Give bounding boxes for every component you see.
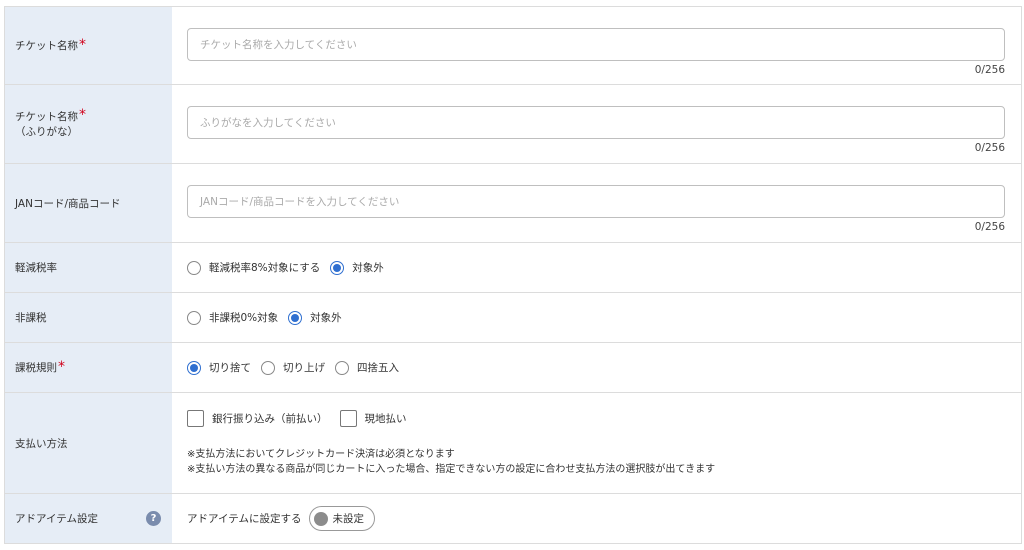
row-jan-code: JANコード/商品コード JANコード/商品コードを入力してください 0/256: [5, 164, 1021, 243]
tax-rule-radio-group: 切り捨て 切り上げ 四捨五入: [187, 360, 1005, 375]
ad-item-toggle-wrap: アドアイテムに設定する 未設定: [187, 506, 1005, 531]
payment-label-text: 支払い方法: [15, 437, 68, 450]
tax-exempt-content: 非課税0%対象 対象外: [172, 293, 1021, 342]
row-payment: 支払い方法 銀行振り込み（前払い） 現地払い ※支払方法においてクレジットカード…: [5, 393, 1021, 494]
radio-circle[interactable]: [335, 360, 349, 375]
reduced-tax-content: 軽減税率8%対象にする 対象外: [172, 243, 1021, 292]
tax-exempt-label-text: 非課税: [15, 312, 47, 324]
required-mark: *: [79, 36, 86, 53]
tax-rule-option-round[interactable]: 四捨五入: [335, 360, 399, 375]
jan-code-label-text: JANコード/商品コード: [15, 197, 121, 210]
reduced-tax-label-text: 軽減税率: [15, 262, 57, 274]
radio-label: 軽減税率8%対象にする: [209, 262, 321, 274]
tax-rule-content: 切り捨て 切り上げ 四捨五入: [172, 343, 1021, 392]
jan-code-input[interactable]: JANコード/商品コードを入力してください: [187, 185, 1005, 218]
ticket-kana-input[interactable]: ふりがなを入力してください: [187, 106, 1005, 139]
row-ad-item: アドアイテム設定 ? アドアイテムに設定する 未設定: [5, 494, 1021, 544]
ticket-kana-placeholder: ふりがなを入力してください: [200, 117, 336, 129]
ticket-kana-counter: 0/256: [974, 142, 1005, 154]
checkbox[interactable]: [187, 409, 204, 427]
tax-rule-option-ceil[interactable]: 切り上げ: [261, 360, 325, 375]
payment-option-onsite[interactable]: 現地払い: [339, 409, 407, 427]
ticket-name-placeholder: チケット名称を入力してください: [200, 38, 357, 51]
row-ticket-name: チケット名称 * チケット名称を入力してください 0/256: [5, 7, 1021, 85]
tax-exempt-label: 非課税: [5, 293, 172, 342]
tax-rule-label-text: 課税規則: [15, 362, 57, 374]
radio-circle-selected[interactable]: [330, 260, 345, 275]
ticket-kana-label-line1: チケット名称*: [15, 106, 86, 125]
help-icon[interactable]: ?: [146, 510, 161, 526]
ad-item-label-text: アドアイテム設定: [15, 513, 98, 525]
radio-circle[interactable]: [187, 260, 201, 275]
row-tax-rule: 課税規則 * 切り捨て 切り上げ 四捨五入: [5, 343, 1021, 393]
radio-circle-selected[interactable]: [288, 310, 303, 325]
ticket-name-input[interactable]: チケット名称を入力してください: [187, 27, 1005, 61]
radio-label: 対象外: [352, 262, 384, 274]
radio-label: 非課税0%対象: [209, 312, 279, 324]
ad-item-toggle[interactable]: 未設定: [309, 506, 375, 531]
radio-label: 切り捨て: [209, 362, 251, 374]
row-ticket-kana: チケット名称* （ふりがな） ふりがなを入力してください 0/256: [5, 85, 1021, 164]
tax-rule-label: 課税規則 *: [5, 343, 172, 392]
ticket-kana-content: ふりがなを入力してください 0/256: [172, 85, 1021, 163]
radio-circle-selected[interactable]: [187, 360, 201, 375]
reduced-tax-option-apply[interactable]: 軽減税率8%対象にする: [187, 260, 320, 275]
radio-label: 四捨五入: [357, 362, 399, 374]
tax-exempt-radio-group: 非課税0%対象 対象外: [187, 310, 1005, 325]
ticket-name-counter: 0/256: [974, 63, 1005, 76]
required-mark: *: [58, 358, 65, 375]
radio-label: 対象外: [310, 312, 342, 324]
ad-item-content: アドアイテムに設定する 未設定: [172, 494, 1021, 543]
radio-label: 切り上げ: [283, 362, 325, 374]
tax-rule-option-floor[interactable]: 切り捨て: [187, 360, 251, 375]
payment-label: 支払い方法: [5, 393, 172, 493]
radio-circle[interactable]: [187, 310, 201, 325]
tax-exempt-option-exempt[interactable]: 対象外: [288, 310, 342, 325]
ticket-kana-label-line2: （ふりがな）: [15, 125, 78, 138]
radio-circle[interactable]: [261, 360, 275, 375]
jan-code-content: JANコード/商品コードを入力してください 0/256: [172, 164, 1021, 242]
jan-code-counter: 0/256: [974, 221, 1005, 233]
ad-item-label: アドアイテム設定 ?: [5, 494, 172, 543]
payment-note-2: ※支払い方法の異なる商品が同じカートに入った場合、指定できない方の設定に合わせ支…: [187, 463, 716, 475]
payment-note-1: ※支払方法においてクレジットカード決済は必須となります: [187, 448, 455, 460]
ad-item-toggle-label: アドアイテムに設定する: [187, 513, 302, 525]
payment-checkbox-group: 銀行振り込み（前払い） 現地払い: [187, 409, 1005, 427]
required-mark: *: [79, 106, 86, 123]
ticket-form: チケット名称 * チケット名称を入力してください 0/256 チケット名称* （ふ…: [4, 6, 1022, 544]
payment-option-bank-transfer[interactable]: 銀行振り込み（前払い）: [187, 409, 328, 427]
reduced-tax-option-exempt[interactable]: 対象外: [330, 260, 384, 275]
toggle-knob: [314, 511, 329, 526]
ticket-name-label-text: チケット名称: [15, 40, 78, 52]
row-reduced-tax: 軽減税率 軽減税率8%対象にする 対象外: [5, 243, 1021, 293]
reduced-tax-label: 軽減税率: [5, 243, 172, 292]
ticket-name-label: チケット名称 *: [5, 7, 172, 84]
tax-exempt-option-apply[interactable]: 非課税0%対象: [187, 310, 278, 325]
ticket-name-content: チケット名称を入力してください 0/256: [172, 7, 1021, 84]
jan-code-placeholder: JANコード/商品コードを入力してください: [200, 196, 400, 208]
checkbox-label: 銀行振り込み（前払い）: [212, 412, 328, 425]
checkbox[interactable]: [339, 409, 357, 427]
ticket-kana-label-text: チケット名称: [15, 110, 78, 123]
checkbox-label: 現地払い: [364, 412, 407, 425]
ticket-kana-label-block: チケット名称* （ふりがな）: [15, 106, 86, 140]
ticket-kana-label: チケット名称* （ふりがな）: [5, 85, 172, 163]
row-tax-exempt: 非課税 非課税0%対象 対象外: [5, 293, 1021, 343]
payment-notes: ※支払方法においてクレジットカード決済は必須となります ※支払い方法の異なる商品…: [187, 447, 1005, 477]
jan-code-label: JANコード/商品コード: [5, 164, 172, 242]
payment-content: 銀行振り込み（前払い） 現地払い ※支払方法においてクレジットカード決済は必須と…: [172, 393, 1021, 493]
reduced-tax-radio-group: 軽減税率8%対象にする 対象外: [187, 260, 1005, 275]
toggle-state-text: 未設定: [332, 513, 364, 525]
